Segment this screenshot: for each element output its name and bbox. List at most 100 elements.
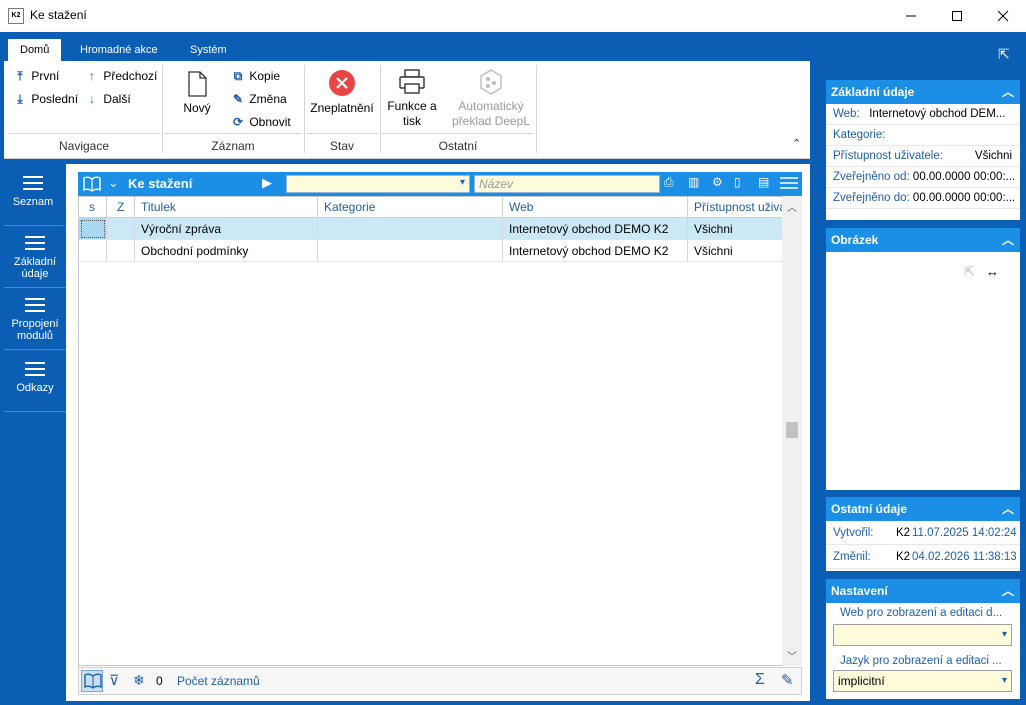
book-icon (84, 673, 102, 689)
arrow-down-icon: ↓ (89, 92, 95, 106)
section-header-ostatni[interactable]: Ostatní údaje ︿ (826, 497, 1020, 521)
snowflake-icon[interactable]: ❄ (133, 672, 145, 689)
section-header-zakladni[interactable]: Základní údaje ︿ (826, 80, 1020, 104)
language-setting-input[interactable]: implicitní ▾ (833, 670, 1012, 692)
tab-system[interactable]: Systém (178, 39, 239, 61)
web-cell: Internetový obchod DEMO K2 (503, 240, 688, 262)
chart-icon[interactable]: ▥ (688, 175, 699, 189)
web-setting-input[interactable]: ▾ (833, 624, 1012, 646)
row-selector-cell[interactable] (79, 240, 107, 262)
dropdown-icon[interactable]: ▾ (1002, 671, 1007, 691)
chevron-down-icon[interactable]: ﹀ (787, 648, 797, 663)
cancel-circle-icon (329, 70, 355, 96)
filter-icon[interactable]: ⊽ (109, 672, 119, 689)
arrow-up-bar-icon: ⤒ (17, 69, 23, 83)
grid-title: Ke stažení (128, 176, 193, 191)
chevron-up-icon[interactable]: ︿ (1002, 228, 1014, 252)
play-icon[interactable]: ▶ (262, 175, 272, 191)
fit-width-icon[interactable]: ↔ (986, 264, 999, 279)
sum-icon[interactable]: Σ (755, 671, 765, 689)
scrollbar-thumb[interactable] (786, 422, 798, 438)
web-cell: Internetový obchod DEMO K2 (503, 218, 688, 240)
menu-icon[interactable] (780, 176, 798, 193)
section-header-nastaveni[interactable]: Nastavení ︿ (826, 579, 1020, 603)
view-selector[interactable]: ▾ (286, 175, 470, 193)
nav-odkazy[interactable]: Odkazy (4, 350, 66, 412)
title-bar: K2 Ke stažení (0, 0, 1026, 32)
chevron-up-icon[interactable]: ︿ (1002, 497, 1014, 521)
list-icon (25, 236, 45, 250)
kategorie-field: Kategorie: (826, 125, 1020, 146)
new-document-icon (188, 71, 207, 97)
functions-print-button[interactable]: Funkce a tisk (384, 69, 440, 129)
nav-propojeni-modulu[interactable]: Propojení modulů (4, 288, 66, 350)
chevron-up-icon[interactable]: ︿ (1002, 80, 1014, 104)
columns-icon[interactable]: ▯ (734, 175, 741, 189)
section-body-obrazek: ⇱ ↔ (826, 252, 1020, 490)
deepl-translate-button[interactable]: Automatický překlad DeepL (446, 69, 536, 129)
collapse-ribbon-button[interactable]: ⌃ (792, 137, 801, 150)
excel-icon[interactable]: ▤ (758, 175, 769, 189)
next-button[interactable]: ↓ Další (84, 89, 131, 109)
section-body-zakladni: Web: Internetový obchod DEM... Kategorie… (826, 104, 1020, 220)
new-button[interactable]: Nový (172, 71, 222, 116)
minimize-button[interactable] (888, 0, 934, 32)
left-navigation: Seznam Základní údaje Propojení modulů O… (4, 164, 66, 701)
divider (380, 65, 381, 153)
chevron-up-icon[interactable]: ︿ (787, 199, 797, 214)
divider (8, 133, 160, 134)
table-row[interactable]: Obchodní podmínky Internetový obchod DEM… (79, 240, 783, 262)
close-button[interactable] (980, 0, 1026, 32)
copy-button[interactable]: ⧉ Kopie (230, 66, 280, 86)
record-count-label[interactable]: Počet záznamů (177, 674, 260, 688)
web-setting-label: Web pro zobrazení a editaci d... (840, 607, 1003, 619)
last-button[interactable]: ⤓ Poslední (12, 89, 78, 109)
book-icon[interactable] (83, 176, 101, 195)
nav-zakladni-udaje[interactable]: Základní údaje (4, 226, 66, 288)
name-filter-input[interactable]: Název (474, 175, 660, 193)
first-button[interactable]: ⤒ První (12, 66, 59, 86)
pencil-icon[interactable]: ✎ (781, 671, 794, 689)
arrow-down-bar-icon: ⤓ (17, 92, 23, 106)
divider (162, 65, 163, 153)
grid-footer: ⊽ ❄ 0 Počet záznamů Σ ✎ (78, 667, 802, 695)
titulek-cell: Obchodní podmínky (135, 240, 318, 262)
maximize-button[interactable] (934, 0, 980, 32)
z-cell (107, 240, 135, 262)
divider (304, 65, 305, 153)
external-link-icon[interactable]: ⇱ (998, 46, 1010, 63)
column-header-z[interactable]: Z (107, 197, 135, 218)
column-header-web[interactable]: Web (503, 197, 688, 218)
language-setting-label: Jazyk pro zobrazení a editaci ... (840, 655, 1002, 667)
refresh-button[interactable]: ⟳ Obnovit (230, 112, 291, 132)
book-view-button[interactable] (81, 670, 103, 692)
data-grid: s Z Titulek Kategorie Web Přístupnost už… (78, 196, 802, 666)
divider (306, 133, 378, 134)
edit-button[interactable]: ✎ Změna (230, 89, 287, 109)
tab-hromadne-akce[interactable]: Hromadné akce (68, 39, 170, 61)
row-selector-cell[interactable] (79, 218, 107, 240)
vytvoril-field: Vytvořil: K2 11.07.2025 14:02:24 (826, 521, 1020, 545)
hierarchy-icon[interactable]: ⚙ (712, 175, 723, 189)
print-icon[interactable]: ⎙ (664, 175, 674, 190)
column-header-titulek[interactable]: Titulek (135, 197, 318, 218)
refresh-icon: ⟳ (232, 115, 244, 129)
column-header-kategorie[interactable]: Kategorie (318, 197, 503, 218)
column-header-pristupnost[interactable]: Přístupnost uživa (688, 197, 783, 218)
section-header-obrazek[interactable]: Obrázek ︿ (826, 228, 1020, 252)
list-icon (25, 298, 45, 312)
pristupnost-cell: Všichni (688, 240, 783, 262)
column-header-s[interactable]: s (79, 197, 107, 218)
vertical-scrollbar[interactable]: ︿ ﹀ (782, 196, 802, 666)
section-body-nastaveni: Web pro zobrazení a editaci d... ▾ Jazyk… (826, 603, 1020, 699)
dropdown-icon[interactable]: ▾ (1002, 625, 1007, 645)
invalidate-button[interactable]: Zneplatnění (306, 69, 378, 116)
nav-seznam[interactable]: Seznam (4, 164, 66, 226)
tab-domu[interactable]: Domů (8, 39, 62, 61)
chevron-up-icon[interactable]: ︿ (1002, 579, 1014, 603)
chevron-down-icon[interactable]: ⌄ (108, 175, 119, 191)
external-link-icon[interactable]: ⇱ (964, 264, 975, 280)
previous-button[interactable]: ↑ Předchozí (84, 66, 157, 86)
deepl-icon (480, 69, 502, 95)
table-row[interactable]: Výroční zpráva Internetový obchod DEMO K… (79, 218, 783, 240)
